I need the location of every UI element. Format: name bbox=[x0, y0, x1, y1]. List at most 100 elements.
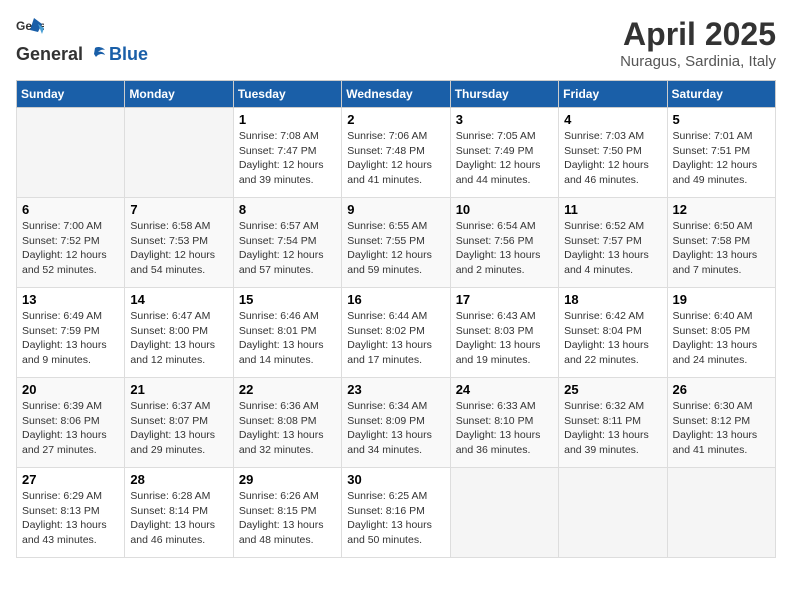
logo-icon: General bbox=[16, 16, 44, 44]
day-number: 2 bbox=[347, 112, 444, 127]
day-info: Sunrise: 6:46 AM Sunset: 8:01 PM Dayligh… bbox=[239, 309, 336, 368]
day-info: Sunrise: 6:50 AM Sunset: 7:58 PM Dayligh… bbox=[673, 219, 770, 278]
day-number: 8 bbox=[239, 202, 336, 217]
calendar-cell: 5Sunrise: 7:01 AM Sunset: 7:51 PM Daylig… bbox=[667, 108, 775, 198]
calendar-title: April 2025 bbox=[620, 16, 776, 53]
day-of-week-header: Tuesday bbox=[233, 81, 341, 108]
calendar-cell: 24 Sunrise: 6:33 AM Sunset: 8:10 PM Dayli… bbox=[450, 378, 558, 468]
day-info: Sunrise: 7:00 AM Sunset: 7:52 PM Dayligh… bbox=[22, 219, 119, 278]
calendar-cell bbox=[559, 468, 667, 558]
day-of-week-header: Wednesday bbox=[342, 81, 450, 108]
calendar-table: SundayMondayTuesdayWednesdayThursdayFrid… bbox=[16, 80, 776, 558]
day-of-week-header: Sunday bbox=[17, 81, 125, 108]
calendar-cell: 7Sunrise: 6:58 AM Sunset: 7:53 PM Daylig… bbox=[125, 198, 233, 288]
calendar-cell: 1 Sunrise: 7:08 AM Sunset: 7:47 PM Daylig… bbox=[233, 108, 341, 198]
calendar-cell: 14 Sunrise: 6:47 AM Sunset: 8:00 PM Dayli… bbox=[125, 288, 233, 378]
calendar-week-row: 27 Sunrise: 6:29 AM Sunset: 8:13 PM Dayli… bbox=[17, 468, 776, 558]
day-info: Sunrise: 7:03 AM Sunset: 7:50 PM Dayligh… bbox=[564, 129, 661, 188]
day-number: 3 bbox=[456, 112, 553, 127]
day-info: Sunrise: 7:08 AM Sunset: 7:47 PM Dayligh… bbox=[239, 129, 336, 188]
calendar-cell: 10 Sunrise: 6:54 AM Sunset: 7:56 PM Dayli… bbox=[450, 198, 558, 288]
calendar-week-row: 6 Sunrise: 7:00 AM Sunset: 7:52 PM Daylig… bbox=[17, 198, 776, 288]
calendar-cell: 11Sunrise: 6:52 AM Sunset: 7:57 PM Dayli… bbox=[559, 198, 667, 288]
calendar-cell bbox=[667, 468, 775, 558]
calendar-cell: 21 Sunrise: 6:37 AM Sunset: 8:07 PM Dayli… bbox=[125, 378, 233, 468]
calendar-week-row: 20Sunrise: 6:39 AM Sunset: 8:06 PM Dayli… bbox=[17, 378, 776, 468]
day-number: 10 bbox=[456, 202, 553, 217]
calendar-cell: 4 Sunrise: 7:03 AM Sunset: 7:50 PM Daylig… bbox=[559, 108, 667, 198]
day-of-week-header: Thursday bbox=[450, 81, 558, 108]
day-number: 30 bbox=[347, 472, 444, 487]
day-number: 17 bbox=[456, 292, 553, 307]
day-number: 15 bbox=[239, 292, 336, 307]
day-of-week-header: Monday bbox=[125, 81, 233, 108]
calendar-cell bbox=[125, 108, 233, 198]
calendar-subtitle: Nuragus, Sardinia, Italy bbox=[620, 53, 776, 70]
day-info: Sunrise: 6:58 AM Sunset: 7:53 PM Dayligh… bbox=[130, 219, 227, 278]
day-number: 12 bbox=[673, 202, 770, 217]
day-info: Sunrise: 6:36 AM Sunset: 8:08 PM Dayligh… bbox=[239, 399, 336, 458]
day-number: 21 bbox=[130, 382, 227, 397]
calendar-cell: 25 Sunrise: 6:32 AM Sunset: 8:11 PM Dayli… bbox=[559, 378, 667, 468]
calendar-cell: 3 Sunrise: 7:05 AM Sunset: 7:49 PM Daylig… bbox=[450, 108, 558, 198]
day-of-week-header: Saturday bbox=[667, 81, 775, 108]
day-number: 27 bbox=[22, 472, 119, 487]
day-info: Sunrise: 6:47 AM Sunset: 8:00 PM Dayligh… bbox=[130, 309, 227, 368]
day-info: Sunrise: 6:26 AM Sunset: 8:15 PM Dayligh… bbox=[239, 489, 336, 548]
day-info: Sunrise: 7:01 AM Sunset: 7:51 PM Dayligh… bbox=[673, 129, 770, 188]
day-number: 14 bbox=[130, 292, 227, 307]
day-info: Sunrise: 6:49 AM Sunset: 7:59 PM Dayligh… bbox=[22, 309, 119, 368]
calendar-cell: 2Sunrise: 7:06 AM Sunset: 7:48 PM Daylig… bbox=[342, 108, 450, 198]
calendar-header-row: SundayMondayTuesdayWednesdayThursdayFrid… bbox=[17, 81, 776, 108]
calendar-cell: 29 Sunrise: 6:26 AM Sunset: 8:15 PM Dayli… bbox=[233, 468, 341, 558]
logo-bird-icon bbox=[85, 44, 107, 66]
day-number: 28 bbox=[130, 472, 227, 487]
calendar-cell: 15 Sunrise: 6:46 AM Sunset: 8:01 PM Dayli… bbox=[233, 288, 341, 378]
day-number: 9 bbox=[347, 202, 444, 217]
day-info: Sunrise: 6:57 AM Sunset: 7:54 PM Dayligh… bbox=[239, 219, 336, 278]
day-info: Sunrise: 6:29 AM Sunset: 8:13 PM Dayligh… bbox=[22, 489, 119, 548]
calendar-cell: 12 Sunrise: 6:50 AM Sunset: 7:58 PM Dayli… bbox=[667, 198, 775, 288]
day-info: Sunrise: 6:37 AM Sunset: 8:07 PM Dayligh… bbox=[130, 399, 227, 458]
logo: General General Blue bbox=[16, 16, 148, 66]
calendar-week-row: 13 Sunrise: 6:49 AM Sunset: 7:59 PM Dayli… bbox=[17, 288, 776, 378]
calendar-cell bbox=[450, 468, 558, 558]
calendar-cell: 16 Sunrise: 6:44 AM Sunset: 8:02 PM Dayli… bbox=[342, 288, 450, 378]
day-info: Sunrise: 6:30 AM Sunset: 8:12 PM Dayligh… bbox=[673, 399, 770, 458]
calendar-cell: 18Sunrise: 6:42 AM Sunset: 8:04 PM Dayli… bbox=[559, 288, 667, 378]
day-info: Sunrise: 6:54 AM Sunset: 7:56 PM Dayligh… bbox=[456, 219, 553, 278]
calendar-cell: 30Sunrise: 6:25 AM Sunset: 8:16 PM Dayli… bbox=[342, 468, 450, 558]
day-number: 22 bbox=[239, 382, 336, 397]
day-info: Sunrise: 6:32 AM Sunset: 8:11 PM Dayligh… bbox=[564, 399, 661, 458]
day-info: Sunrise: 6:43 AM Sunset: 8:03 PM Dayligh… bbox=[456, 309, 553, 368]
day-of-week-header: Friday bbox=[559, 81, 667, 108]
calendar-cell: 19Sunrise: 6:40 AM Sunset: 8:05 PM Dayli… bbox=[667, 288, 775, 378]
calendar-cell: 27 Sunrise: 6:29 AM Sunset: 8:13 PM Dayli… bbox=[17, 468, 125, 558]
day-number: 25 bbox=[564, 382, 661, 397]
calendar-cell: 9 Sunrise: 6:55 AM Sunset: 7:55 PM Daylig… bbox=[342, 198, 450, 288]
day-info: Sunrise: 6:28 AM Sunset: 8:14 PM Dayligh… bbox=[130, 489, 227, 548]
calendar-cell: 8 Sunrise: 6:57 AM Sunset: 7:54 PM Daylig… bbox=[233, 198, 341, 288]
day-info: Sunrise: 6:44 AM Sunset: 8:02 PM Dayligh… bbox=[347, 309, 444, 368]
day-number: 4 bbox=[564, 112, 661, 127]
calendar-cell: 13 Sunrise: 6:49 AM Sunset: 7:59 PM Dayli… bbox=[17, 288, 125, 378]
day-number: 6 bbox=[22, 202, 119, 217]
calendar-cell: 23Sunrise: 6:34 AM Sunset: 8:09 PM Dayli… bbox=[342, 378, 450, 468]
day-info: Sunrise: 6:33 AM Sunset: 8:10 PM Dayligh… bbox=[456, 399, 553, 458]
day-info: Sunrise: 6:52 AM Sunset: 7:57 PM Dayligh… bbox=[564, 219, 661, 278]
calendar-cell: 20Sunrise: 6:39 AM Sunset: 8:06 PM Dayli… bbox=[17, 378, 125, 468]
logo-blue-text: Blue bbox=[109, 44, 148, 66]
calendar-week-row: 1 Sunrise: 7:08 AM Sunset: 7:47 PM Daylig… bbox=[17, 108, 776, 198]
day-info: Sunrise: 7:05 AM Sunset: 7:49 PM Dayligh… bbox=[456, 129, 553, 188]
day-number: 13 bbox=[22, 292, 119, 307]
day-number: 24 bbox=[456, 382, 553, 397]
day-number: 16 bbox=[347, 292, 444, 307]
day-info: Sunrise: 6:55 AM Sunset: 7:55 PM Dayligh… bbox=[347, 219, 444, 278]
day-number: 26 bbox=[673, 382, 770, 397]
page-header: General General Blue April 2025 Nuragus,… bbox=[16, 16, 776, 70]
calendar-cell: 28 Sunrise: 6:28 AM Sunset: 8:14 PM Dayli… bbox=[125, 468, 233, 558]
calendar-title-area: April 2025 Nuragus, Sardinia, Italy bbox=[620, 16, 776, 70]
calendar-cell: 17 Sunrise: 6:43 AM Sunset: 8:03 PM Dayli… bbox=[450, 288, 558, 378]
day-number: 29 bbox=[239, 472, 336, 487]
day-number: 1 bbox=[239, 112, 336, 127]
